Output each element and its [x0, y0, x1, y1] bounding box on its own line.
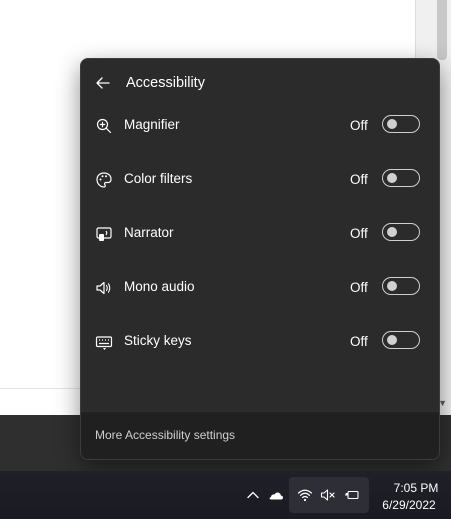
flyout-header: Accessibility	[81, 59, 439, 107]
sticky-keys-icon	[95, 336, 113, 350]
sticky-keys-state: Off	[350, 334, 368, 349]
narrator-label: Narrator	[124, 225, 174, 240]
magnifier-toggle[interactable]	[382, 115, 420, 133]
sticky-keys-row: Sticky keys Off	[81, 318, 439, 372]
wifi-icon	[297, 489, 313, 502]
toggle-knob	[387, 227, 397, 237]
taskbar: 7:05 PM 6/29/2022	[0, 471, 451, 519]
toggle-knob	[387, 335, 397, 345]
color-filters-icon	[96, 172, 112, 188]
toggle-knob	[387, 173, 397, 183]
narrator-row: Narrator Off	[81, 210, 439, 264]
magnifier-icon	[96, 118, 112, 134]
clock-date: 6/29/2022	[382, 498, 436, 512]
magnifier-row: Magnifier Off	[81, 102, 439, 156]
color-filters-toggle[interactable]	[382, 169, 420, 187]
toggle-knob	[387, 119, 397, 129]
flyout-title: Accessibility	[126, 75, 205, 91]
magnifier-state: Off	[350, 118, 368, 133]
mono-audio-toggle[interactable]	[382, 277, 420, 295]
narrator-state: Off	[350, 226, 368, 241]
color-filters-row: Color filters Off	[81, 156, 439, 210]
sticky-keys-label: Sticky keys	[124, 333, 192, 348]
mono-audio-row: Mono audio Off	[81, 264, 439, 318]
flyout-footer: More Accessibility settings	[81, 411, 439, 459]
more-accessibility-settings-link[interactable]: More Accessibility settings	[95, 428, 235, 442]
mono-audio-state: Off	[350, 280, 368, 295]
mono-audio-icon	[96, 281, 111, 295]
onedrive-icon[interactable]	[268, 487, 284, 503]
volume-muted-icon	[320, 489, 335, 501]
clock-time: 7:05 PM	[393, 481, 439, 495]
narrator-icon	[96, 227, 112, 241]
quick-settings-button[interactable]	[289, 477, 369, 513]
color-filters-label: Color filters	[124, 171, 193, 186]
magnifier-label: Magnifier	[124, 117, 180, 132]
toggle-knob	[387, 281, 397, 291]
narrator-toggle[interactable]	[382, 223, 420, 241]
battery-charging-icon	[345, 490, 359, 500]
mono-audio-label: Mono audio	[124, 279, 195, 294]
scrollbar-thumb[interactable]	[437, 0, 447, 60]
accessibility-flyout: Accessibility Magnifier Off Color filter…	[80, 58, 440, 460]
color-filters-state: Off	[350, 172, 368, 187]
sticky-keys-toggle[interactable]	[382, 331, 420, 349]
back-arrow-icon[interactable]	[95, 75, 111, 91]
chevron-up-icon[interactable]	[245, 487, 261, 503]
